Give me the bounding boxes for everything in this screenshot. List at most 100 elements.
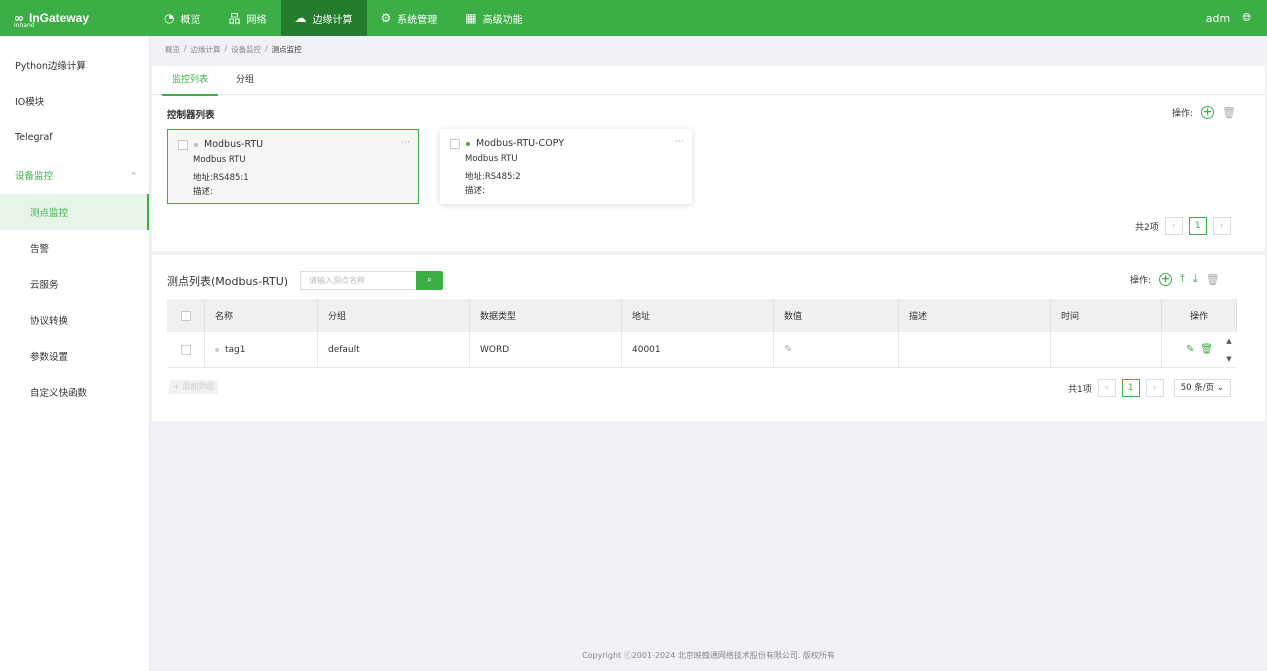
globe-icon[interactable]: 🌐︎	[1242, 11, 1251, 25]
card-checkbox[interactable]	[178, 139, 188, 150]
sidebar-item-python[interactable]: Python边缘计算	[0, 47, 149, 83]
point-group: default	[318, 332, 470, 367]
user-menu[interactable]: adm	[1206, 12, 1230, 25]
sidebar-item-protocol[interactable]: 协议转换	[0, 302, 149, 338]
breadcrumb: 概览 / 边缘计算 / 设备监控 / 测点监控	[165, 44, 302, 55]
logo[interactable]: ∞ inhand InGateway	[0, 0, 150, 36]
point-time	[1051, 332, 1162, 367]
controller-pager: 共2项 ‹ 1 ›	[1135, 217, 1231, 235]
logo-text: InGateway	[29, 11, 90, 25]
tab-monitor-list[interactable]: 监控列表	[162, 66, 219, 96]
col-header: 地址	[622, 299, 774, 332]
tab-bar: 监控列表 分组	[152, 66, 1265, 96]
dashboard-icon: ◔	[164, 11, 175, 25]
row-checkbox[interactable]	[180, 344, 191, 355]
controller-ops: 操作: + 🗑︎	[1172, 105, 1237, 119]
gear-icon: ⚙	[380, 11, 392, 25]
add-to-group-button[interactable]: + 添加到组	[169, 380, 219, 394]
nav-system[interactable]: ⚙ 系统管理	[367, 0, 452, 36]
controller-card[interactable]: Modbus-RTU ··· Modbus RTU 地址:RS485:1 描述:	[167, 129, 419, 204]
pager-total: 共1项	[1068, 384, 1092, 395]
page-size-select[interactable]: 50 条/页 ⌄	[1173, 379, 1231, 397]
sidebar: Python边缘计算 IO模块 Telegraf 设备监控 ^ 测点监控 告警 云…	[0, 36, 150, 671]
tab-group[interactable]: 分组	[226, 66, 264, 95]
select-all-checkbox[interactable]	[180, 310, 191, 321]
scroll-down-icon[interactable]: ▼	[1224, 350, 1234, 368]
pager-total: 共2项	[1135, 222, 1159, 233]
nav-network[interactable]: 品网络	[214, 0, 280, 36]
points-pager: 共1项 ‹ 1 › 50 条/页 ⌄	[1068, 379, 1231, 397]
breadcrumb-item[interactable]: 设备监控	[231, 44, 261, 55]
top-bar: ∞ inhand InGateway ◔ 概览 品网络 ☁ 边缘计算 ⚙ 系统管理 ▦ 高…	[0, 0, 1267, 36]
page-button[interactable]: 1	[1121, 379, 1140, 397]
controller-desc: 描述:	[465, 186, 485, 196]
sidebar-item-custom-func[interactable]: 自定义快函数	[0, 374, 149, 410]
next-page-button[interactable]: ›	[1145, 379, 1164, 397]
breadcrumb-current: 测点监控	[271, 45, 302, 54]
delete-point-icon[interactable]: 🗑︎	[1206, 273, 1220, 286]
controller-address: 地址:RS485:2	[465, 172, 521, 182]
col-header: 名称	[205, 299, 318, 332]
controller-name: Modbus-RTU	[204, 139, 264, 150]
col-header: 数据类型	[470, 299, 622, 332]
breadcrumb-item[interactable]: 概览	[165, 44, 180, 55]
controller-desc: 描述:	[193, 187, 213, 197]
points-panel: 测点列表(Modbus-RTU) 请输入测点名称 ⌕ 操作: + ⤒ ⤓ 🗑︎ …	[152, 255, 1265, 421]
sidebar-item-telegraf[interactable]: Telegraf	[0, 119, 149, 155]
more-icon[interactable]: ···	[675, 137, 684, 147]
card-checkbox[interactable]	[450, 138, 460, 149]
controller-name: Modbus-RTU-COPY	[476, 138, 564, 149]
controller-panel: 监控列表 分组 控制器列表 操作: + 🗑︎ Modbus-RTU ··· Mo…	[152, 66, 1265, 251]
scrollbar[interactable]: ▲ ▼	[1224, 332, 1234, 368]
scroll-up-icon[interactable]: ▲	[1224, 332, 1234, 350]
edit-icon[interactable]: ✎	[1186, 344, 1194, 355]
prev-page-button[interactable]: ‹	[1097, 379, 1116, 397]
grid-icon: ▦	[465, 11, 477, 25]
sidebar-item-alarm[interactable]: 告警	[0, 230, 149, 266]
delete-controller-icon[interactable]: 🗑︎	[1222, 106, 1236, 119]
sidebar-item-device-monitor[interactable]: 设备监控 ^	[0, 157, 149, 193]
points-list-title: 测点列表(Modbus-RTU)	[167, 275, 289, 288]
search-icon: ⌕	[426, 275, 433, 285]
points-ops: 操作: + ⤒ ⤓ 🗑︎	[1130, 271, 1220, 286]
status-dot	[215, 347, 219, 352]
footer-copyright: Copyright ⓒ2001-2024 北京映翰通网络技术股份有限公司. 版权…	[582, 651, 835, 660]
status-dot	[466, 141, 470, 146]
add-controller-icon[interactable]: +	[1201, 106, 1215, 119]
sidebar-item-io[interactable]: IO模块	[0, 83, 149, 119]
col-header: 操作	[1162, 299, 1237, 332]
col-header: 数值	[774, 299, 899, 332]
nav-edge-computing[interactable]: ☁ 边缘计算	[280, 0, 367, 36]
nav-advanced[interactable]: ▦ 高级功能	[451, 0, 536, 36]
table-row: tag1 default WORD 40001 ✎ ✎ 🗑︎	[167, 332, 1237, 368]
point-search-input[interactable]: 请输入测点名称	[300, 271, 417, 290]
sidebar-item-point-monitor[interactable]: 测点监控	[0, 194, 149, 230]
controller-protocol: Modbus RTU	[193, 155, 246, 165]
point-desc	[899, 332, 1051, 367]
status-dot	[194, 142, 198, 147]
more-icon[interactable]: ···	[401, 138, 410, 148]
controller-card[interactable]: Modbus-RTU-COPY ··· Modbus RTU 地址:RS485:…	[440, 129, 692, 204]
network-icon: 品	[228, 11, 241, 26]
prev-page-button[interactable]: ‹	[1164, 217, 1183, 235]
col-header: 分组	[318, 299, 470, 332]
download-icon[interactable]: ⤓	[1193, 272, 1198, 286]
edit-value-icon[interactable]: ✎	[784, 344, 792, 355]
main-nav: ◔ 概览 品网络 ☁ 边缘计算 ⚙ 系统管理 ▦ 高级功能	[150, 0, 537, 36]
breadcrumb-item[interactable]: 边缘计算	[191, 44, 221, 55]
trash-icon[interactable]: 🗑︎	[1200, 344, 1213, 355]
search-button[interactable]: ⌕	[416, 271, 443, 290]
sidebar-item-cloud[interactable]: 云服务	[0, 266, 149, 302]
sidebar-item-params[interactable]: 参数设置	[0, 338, 149, 374]
upload-icon[interactable]: ⤒	[1180, 272, 1185, 286]
cloud-icon: ☁	[294, 11, 307, 25]
chevron-up-icon: ^	[130, 170, 137, 180]
next-page-button[interactable]: ›	[1212, 217, 1231, 235]
nav-overview[interactable]: ◔ 概览	[150, 0, 214, 36]
point-name: tag1	[225, 344, 246, 355]
page-button[interactable]: 1	[1188, 217, 1207, 235]
table-header: 名称 分组 数据类型 地址 数值 描述 时间 操作	[167, 299, 1237, 332]
add-point-icon[interactable]: +	[1159, 272, 1173, 286]
points-table: 名称 分组 数据类型 地址 数值 描述 时间 操作 tag1 default W…	[167, 299, 1237, 368]
controller-protocol: Modbus RTU	[465, 154, 518, 164]
